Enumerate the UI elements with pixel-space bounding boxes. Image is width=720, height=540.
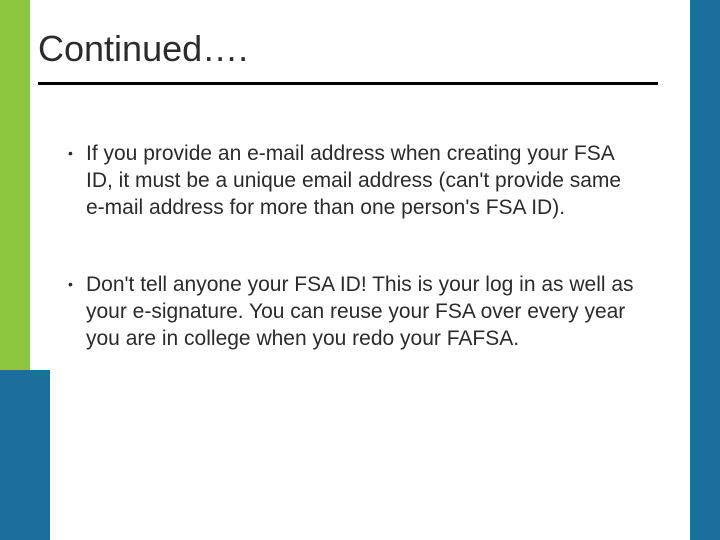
content-area: • If you provide an e-mail address when …	[68, 140, 638, 402]
list-item: • Don't tell anyone your FSA ID! This is…	[68, 271, 638, 352]
bullet-text: Don't tell anyone your FSA ID! This is y…	[86, 271, 638, 352]
bullet-text: If you provide an e-mail address when cr…	[86, 140, 638, 221]
slide-title: Continued….	[38, 28, 248, 70]
bullet-icon: •	[68, 271, 86, 298]
list-item: • If you provide an e-mail address when …	[68, 140, 638, 221]
bullet-icon: •	[68, 140, 86, 167]
bottom-left-accent	[0, 370, 50, 540]
right-accent-bar	[690, 0, 720, 540]
title-underline	[38, 82, 658, 85]
slide: Continued…. • If you provide an e-mail a…	[0, 0, 720, 540]
